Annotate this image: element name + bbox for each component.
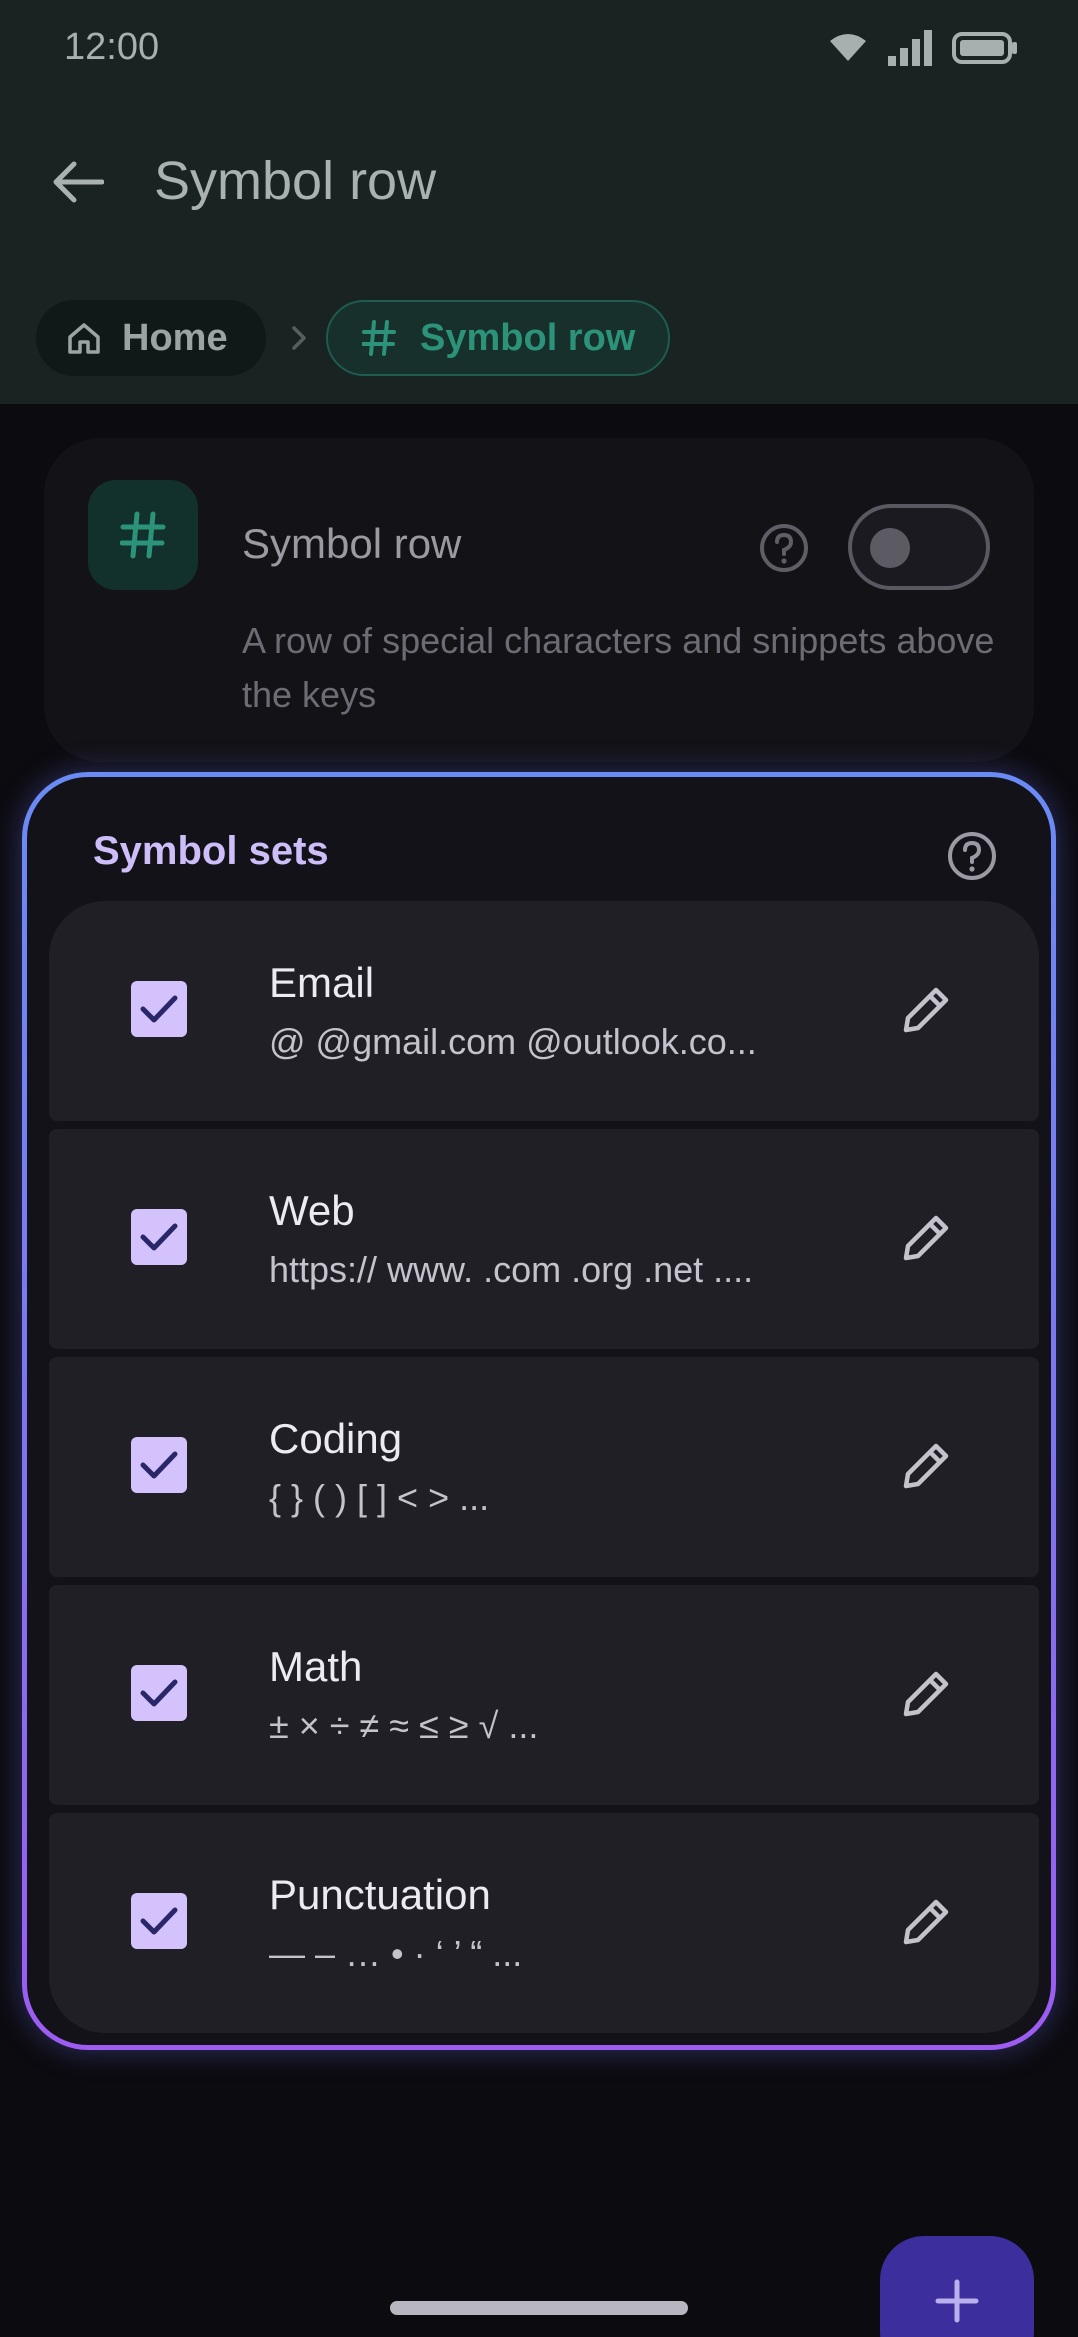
home-indicator[interactable] xyxy=(390,2301,688,2315)
symbol-set-preview: https:// www. .com .org .net .... xyxy=(269,1249,754,1290)
back-arrow-icon xyxy=(53,161,104,203)
plus-icon xyxy=(935,2279,979,2323)
symbol-set-checkbox[interactable] xyxy=(131,1893,187,1949)
symbol-set-name: Email xyxy=(269,959,375,1006)
symbol-set-checkbox[interactable] xyxy=(131,1665,187,1721)
status-icons xyxy=(828,28,1018,68)
symbol-row-description: A row of special characters and snippets… xyxy=(242,620,995,715)
hash-icon xyxy=(362,320,396,356)
edit-button[interactable] xyxy=(895,1433,959,1497)
check-icon xyxy=(140,1907,178,1935)
signal-icon xyxy=(888,30,932,66)
symbol-row-tile xyxy=(88,480,198,590)
symbol-set-name: Punctuation xyxy=(269,1871,491,1918)
symbol-set-list: Email @ @gmail.com @outlook.co... Web ht… xyxy=(49,901,1039,2041)
chevron-right-icon xyxy=(284,318,314,358)
breadcrumb-home[interactable]: Home xyxy=(36,300,266,376)
edit-button[interactable] xyxy=(895,1889,959,1953)
back-button[interactable] xyxy=(46,150,110,214)
symbol-sets-panel: Symbol sets Email @ @gmail.com @outlook.… xyxy=(22,772,1056,2050)
symbol-set-item-coding[interactable]: Coding { } ( ) [ ] < > ... xyxy=(49,1357,1039,1577)
check-icon xyxy=(140,1451,178,1479)
symbol-set-checkbox[interactable] xyxy=(131,981,187,1037)
symbol-set-preview: ± × ÷ ≠ ≈ ≤ ≥ √ ... xyxy=(269,1705,539,1746)
check-icon xyxy=(140,995,178,1023)
pencil-icon xyxy=(903,1215,949,1261)
battery-icon xyxy=(952,32,1017,64)
status-bar: 12:00 xyxy=(0,0,1078,96)
symbol-set-checkbox[interactable] xyxy=(131,1437,187,1493)
symbol-row-title: Symbol row xyxy=(242,520,462,567)
symbol-set-item-punctuation[interactable]: Punctuation — – … • · ‘ ’ “ ... xyxy=(49,1813,1039,2033)
edit-button[interactable] xyxy=(895,977,959,1041)
symbol-set-item-web[interactable]: Web https:// www. .com .org .net .... xyxy=(49,1129,1039,1349)
hash-icon xyxy=(120,511,166,559)
symbol-set-preview: { } ( ) [ ] < > ... xyxy=(269,1477,490,1518)
pencil-icon xyxy=(903,1899,949,1945)
edit-button[interactable] xyxy=(895,1205,959,1269)
pencil-icon xyxy=(903,1443,949,1489)
symbol-row-toggle-card[interactable]: Symbol row A row of special characters a… xyxy=(44,438,1034,762)
page-title: Symbol row xyxy=(154,151,437,211)
help-icon[interactable] xyxy=(758,522,810,574)
symbol-sets-panel-inner: Symbol sets Email @ @gmail.com @outlook.… xyxy=(27,777,1051,2045)
check-icon xyxy=(140,1223,178,1251)
symbol-set-name: Web xyxy=(269,1187,355,1234)
breadcrumb-home-label: Home xyxy=(122,316,228,359)
top-app-bar: 12:00 Symbol row Home Symbol row xyxy=(0,0,1078,404)
symbol-set-name: Coding xyxy=(269,1415,403,1462)
symbol-set-preview: @ @gmail.com @outlook.co... xyxy=(269,1021,757,1062)
check-icon xyxy=(140,1679,178,1707)
symbol-row-switch[interactable] xyxy=(848,504,990,590)
pencil-icon xyxy=(903,987,949,1033)
switch-knob xyxy=(870,528,910,568)
pencil-icon xyxy=(903,1671,949,1717)
breadcrumb-current[interactable]: Symbol row xyxy=(326,300,670,376)
status-time: 12:00 xyxy=(64,26,160,68)
symbol-sets-title: Symbol sets xyxy=(93,829,329,873)
symbol-set-item-math[interactable]: Math ± × ÷ ≠ ≈ ≤ ≥ √ ... xyxy=(49,1585,1039,1805)
breadcrumb-current-label: Symbol row xyxy=(420,316,636,359)
symbol-set-preview: — – … • · ‘ ’ “ ... xyxy=(269,1933,523,1974)
help-icon[interactable] xyxy=(945,829,999,883)
symbol-set-name: Math xyxy=(269,1643,363,1690)
symbol-set-checkbox[interactable] xyxy=(131,1209,187,1265)
symbol-set-item-email[interactable]: Email @ @gmail.com @outlook.co... xyxy=(49,901,1039,1121)
home-icon xyxy=(68,323,100,354)
wifi-icon xyxy=(830,34,866,61)
add-symbol-set-button[interactable] xyxy=(880,2236,1034,2337)
edit-button[interactable] xyxy=(895,1661,959,1725)
